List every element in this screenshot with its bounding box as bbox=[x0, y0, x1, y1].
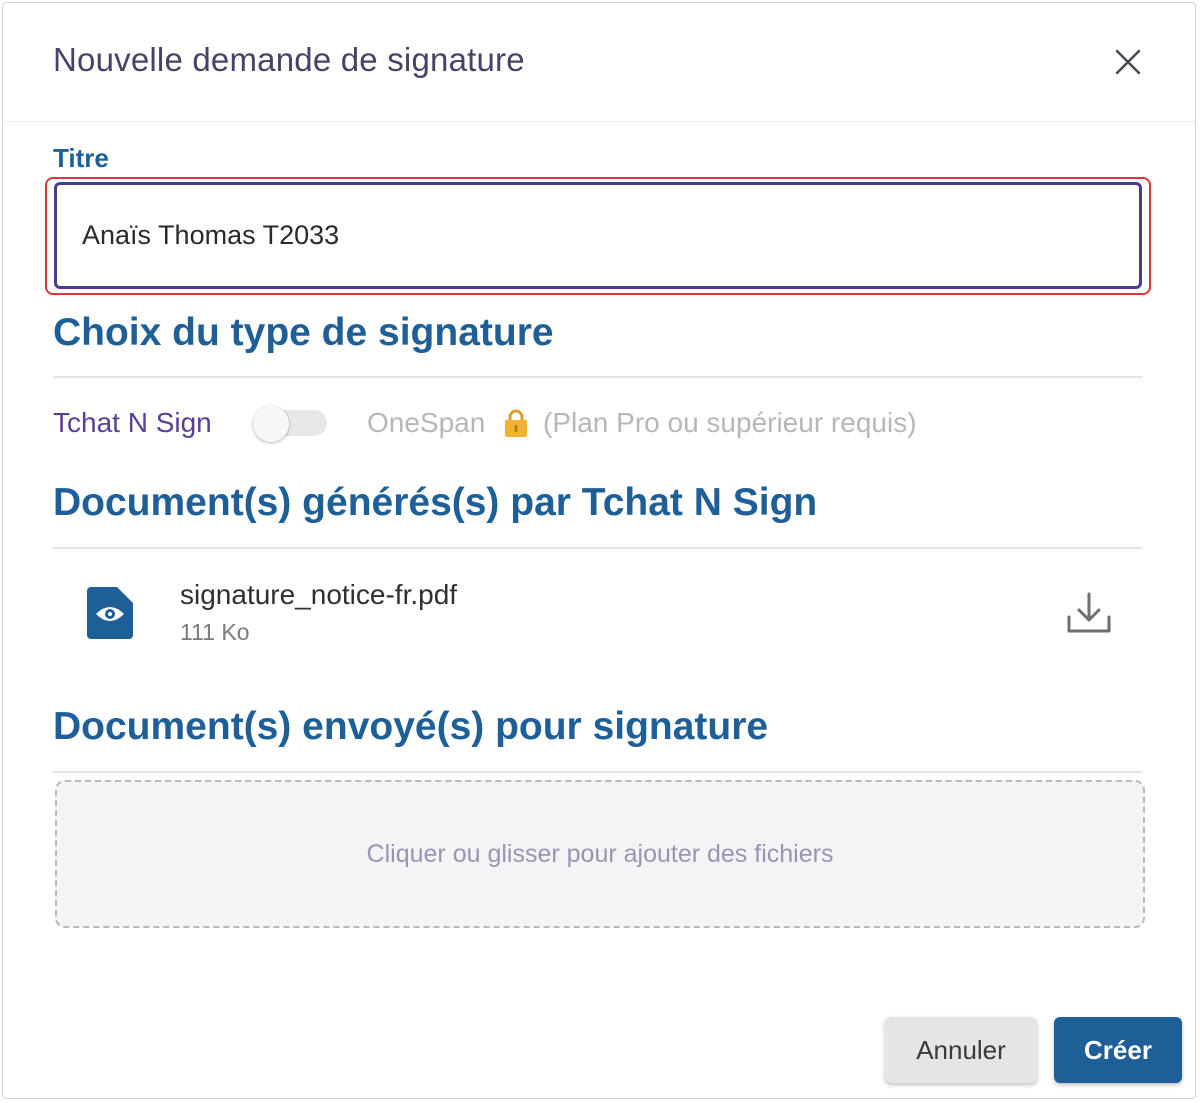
cancel-button[interactable]: Annuler bbox=[885, 1017, 1037, 1083]
signature-type-heading: Choix du type de signature bbox=[53, 311, 554, 354]
file-size: 111 Ko bbox=[180, 619, 250, 645]
download-icon[interactable] bbox=[1065, 591, 1113, 635]
divider bbox=[53, 547, 1143, 549]
file-dropzone[interactable]: Cliquer ou glisser pour ajouter des fich… bbox=[55, 780, 1145, 928]
toggle-knob bbox=[253, 406, 289, 442]
create-button[interactable]: Créer bbox=[1054, 1017, 1182, 1083]
title-input[interactable] bbox=[57, 185, 1139, 286]
divider bbox=[53, 376, 1143, 378]
title-field-label: Titre bbox=[53, 143, 109, 173]
dialog-title: Nouvelle demande de signature bbox=[53, 41, 525, 78]
dropzone-text: Cliquer ou glisser pour ajouter des fich… bbox=[366, 840, 834, 868]
lock-icon bbox=[505, 409, 527, 437]
dialog-header: Nouvelle demande de signature bbox=[3, 3, 1195, 122]
plan-requirement-note: (Plan Pro ou supérieur requis) bbox=[543, 407, 917, 438]
file-name[interactable]: signature_notice-fr.pdf bbox=[180, 579, 457, 611]
onespan-option-label: OneSpan bbox=[367, 407, 486, 438]
signature-request-dialog: Nouvelle demande de signature Titre Choi… bbox=[2, 2, 1196, 1099]
sent-documents-heading: Document(s) envoyé(s) pour signature bbox=[53, 705, 769, 748]
tchat-n-sign-option-label: Tchat N Sign bbox=[53, 407, 212, 438]
divider bbox=[53, 771, 1143, 773]
title-input-wrapper bbox=[54, 182, 1142, 289]
file-eye-icon[interactable] bbox=[87, 587, 133, 639]
close-icon[interactable] bbox=[1111, 45, 1145, 79]
generated-documents-heading: Document(s) générés(s) par Tchat N Sign bbox=[53, 481, 818, 524]
signature-type-toggle[interactable] bbox=[253, 406, 327, 442]
